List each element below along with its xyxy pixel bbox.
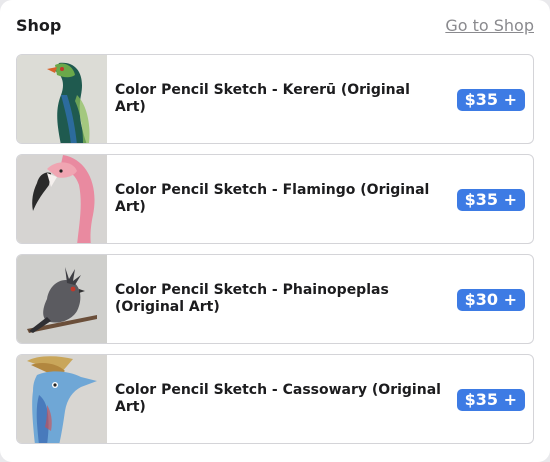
add-to-cart-button[interactable]: $30 + [456, 289, 525, 311]
add-to-cart-button[interactable]: $35 + [456, 189, 525, 211]
product-title[interactable]: Color Pencil Sketch - Flamingo (Original… [115, 155, 445, 243]
product-item-cassowary[interactable]: Color Pencil Sketch - Cassowary (Origina… [16, 354, 534, 444]
product-image-phainopeplas[interactable] [17, 255, 107, 343]
add-to-cart-button[interactable]: $35 + [456, 389, 525, 411]
product-item-phainopeplas[interactable]: Color Pencil Sketch - Phainopeplas (Orig… [16, 254, 534, 344]
product-list: Color Pencil Sketch - Kererū (Original A… [16, 54, 534, 454]
product-image-flamingo[interactable] [17, 155, 107, 243]
product-title[interactable]: Color Pencil Sketch - Cassowary (Origina… [115, 355, 445, 443]
go-to-shop-link[interactable]: Go to Shop [445, 16, 534, 36]
product-title[interactable]: Color Pencil Sketch - Kererū (Original A… [115, 55, 445, 143]
shop-card: Shop Go to Shop Color Pencil Sketch - Ke… [0, 0, 550, 462]
shop-header: Shop Go to Shop [16, 16, 534, 38]
product-image-kereru[interactable] [17, 55, 107, 143]
shop-title: Shop [16, 16, 62, 35]
add-to-cart-button[interactable]: $35 + [456, 89, 525, 111]
product-item-kereru[interactable]: Color Pencil Sketch - Kererū (Original A… [16, 54, 534, 144]
product-title[interactable]: Color Pencil Sketch - Phainopeplas (Orig… [115, 255, 445, 343]
product-item-flamingo[interactable]: Color Pencil Sketch - Flamingo (Original… [16, 154, 534, 244]
product-image-cassowary[interactable] [17, 355, 107, 443]
